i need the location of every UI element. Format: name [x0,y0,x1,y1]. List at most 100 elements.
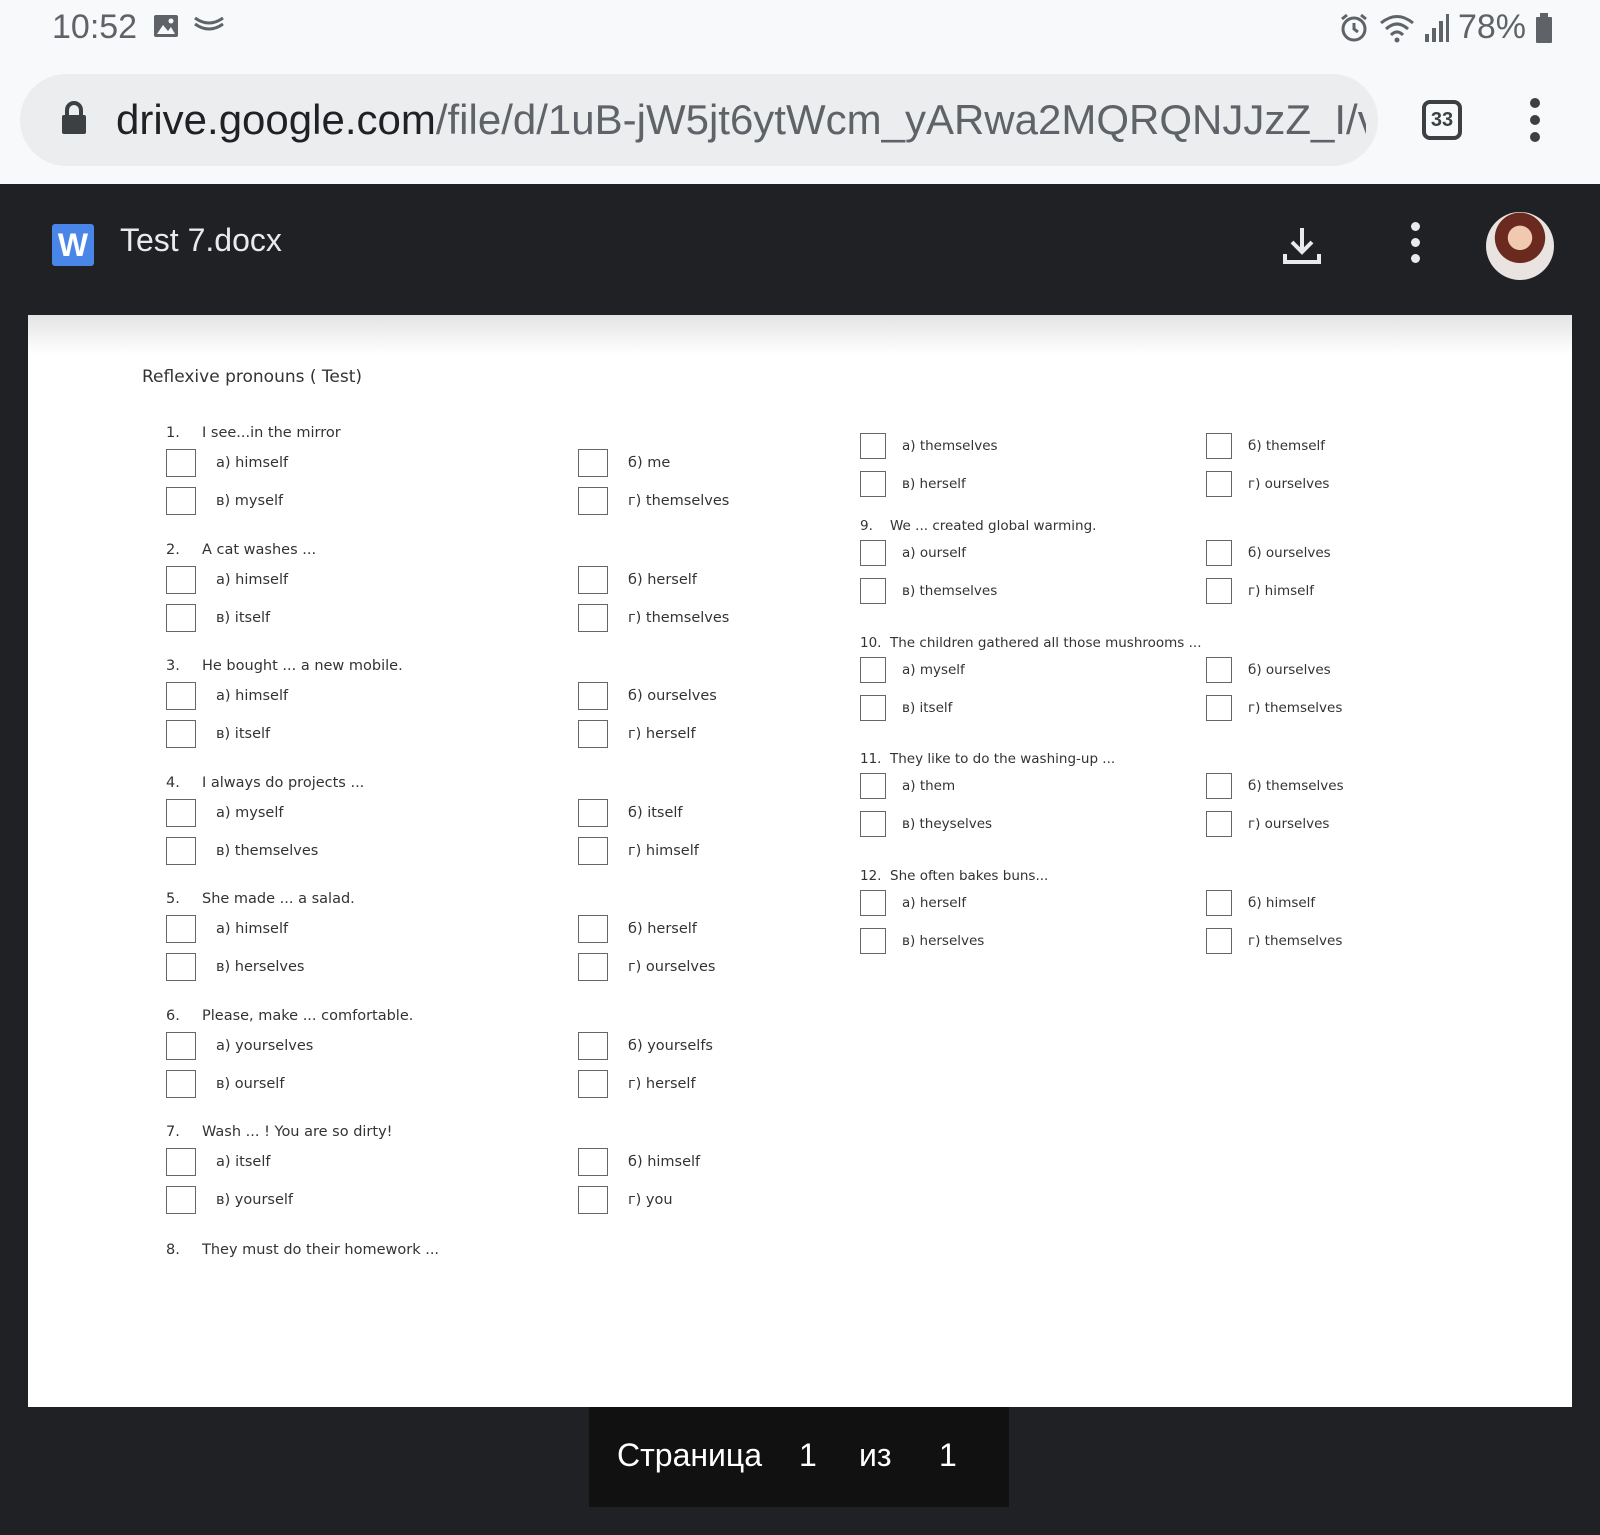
answer-checkbox[interactable] [1206,927,1232,954]
answer-option[interactable]: г) themselves [1206,694,1342,721]
answer-option[interactable]: б) me [578,449,670,477]
answer-option[interactable]: б) himself [578,1148,700,1176]
answer-option[interactable]: а) them [860,773,955,799]
answer-option[interactable]: г) himself [1206,578,1314,604]
answer-option[interactable]: а) themselves [860,433,998,459]
answer-checkbox[interactable] [166,953,196,981]
answer-checkbox[interactable] [1206,433,1232,459]
answer-checkbox[interactable] [578,1031,608,1060]
answer-checkbox[interactable] [1206,471,1232,497]
answer-option[interactable]: в) herself [860,471,966,497]
answer-option[interactable]: а) ourself [860,540,966,566]
answer-checkbox[interactable] [1206,578,1232,604]
answer-checkbox[interactable] [1206,540,1232,566]
answer-option[interactable]: г) herself [578,720,696,748]
answer-checkbox[interactable] [1206,656,1232,683]
answer-option[interactable]: в) theyselves [860,811,992,837]
answer-checkbox[interactable] [1206,811,1232,837]
answer-option[interactable]: г) himself [578,836,699,865]
answer-checkbox[interactable] [578,487,608,515]
answer-checkbox[interactable] [166,682,196,710]
answer-option[interactable]: б) itself [578,798,683,827]
answer-option[interactable]: б) themself [1206,433,1325,459]
answer-checkbox[interactable] [860,540,886,566]
more-options-icon[interactable] [1400,222,1430,268]
answer-checkbox[interactable] [166,836,196,865]
answer-checkbox[interactable] [578,1186,608,1214]
answer-checkbox[interactable] [166,449,196,477]
answer-checkbox[interactable] [860,927,886,954]
answer-checkbox[interactable] [1206,889,1232,916]
answer-checkbox[interactable] [166,487,196,515]
answer-checkbox[interactable] [578,603,608,632]
answer-option[interactable]: г) ourselves [1206,811,1329,837]
answer-option[interactable]: в) itself [166,720,270,748]
answer-option[interactable]: г) herself [578,1069,696,1098]
answer-checkbox[interactable] [860,433,886,459]
answer-option[interactable]: а) himself [166,449,288,477]
answer-option[interactable]: в) herselves [860,927,984,954]
answer-option[interactable]: б) ourselves [1206,656,1331,683]
url-bar[interactable]: drive.google.com/file/d/1uB-jW5jt6ytWcm_… [20,74,1378,166]
answer-option[interactable]: в) ourself [166,1069,284,1098]
answer-option[interactable]: г) themselves [578,487,729,515]
answer-checkbox[interactable] [578,565,608,594]
answer-checkbox[interactable] [166,1031,196,1060]
answer-option[interactable]: г) themselves [1206,927,1342,954]
answer-option[interactable]: в) themselves [860,578,997,604]
answer-option[interactable]: в) itself [166,603,270,632]
answer-option[interactable]: а) herself [860,889,966,916]
answer-checkbox[interactable] [860,889,886,916]
answer-checkbox[interactable] [578,798,608,827]
answer-checkbox[interactable] [578,720,608,748]
answer-option[interactable]: г) themselves [578,603,729,632]
answer-option[interactable]: б) ourselves [1206,540,1331,566]
answer-checkbox[interactable] [578,915,608,943]
answer-option[interactable]: б) herself [578,565,697,594]
answer-option[interactable]: б) herself [578,915,697,943]
answer-checkbox[interactable] [166,1148,196,1176]
answer-checkbox[interactable] [166,915,196,943]
answer-checkbox[interactable] [860,694,886,721]
answer-option[interactable]: б) himself [1206,889,1315,916]
answer-checkbox[interactable] [166,1186,196,1214]
answer-checkbox[interactable] [860,656,886,683]
answer-checkbox[interactable] [166,565,196,594]
answer-option[interactable]: в) herselves [166,953,304,981]
answer-checkbox[interactable] [166,720,196,748]
answer-option[interactable]: в) themselves [166,836,318,865]
answer-checkbox[interactable] [860,471,886,497]
answer-option[interactable]: а) myself [166,798,283,827]
answer-checkbox[interactable] [166,1069,196,1098]
answer-checkbox[interactable] [1206,773,1232,799]
answer-option[interactable]: а) yourselves [166,1031,313,1060]
answer-option[interactable]: а) himself [166,682,288,710]
answer-option[interactable]: в) yourself [166,1186,293,1214]
download-icon[interactable] [1280,224,1324,268]
answer-option[interactable]: г) ourselves [578,953,715,981]
answer-checkbox[interactable] [578,449,608,477]
answer-checkbox[interactable] [1206,694,1232,721]
answer-checkbox[interactable] [578,953,608,981]
answer-option[interactable]: б) yourselfs [578,1031,713,1060]
url-text[interactable]: drive.google.com/file/d/1uB-jW5jt6ytWcm_… [116,94,1366,146]
answer-option[interactable]: г) you [578,1186,673,1214]
answer-option[interactable]: б) ourselves [578,682,717,710]
answer-option[interactable]: а) himself [166,565,288,594]
answer-checkbox[interactable] [166,603,196,632]
answer-option[interactable]: а) himself [166,915,288,943]
answer-checkbox[interactable] [578,682,608,710]
answer-option[interactable]: в) myself [166,487,283,515]
answer-checkbox[interactable] [860,811,886,837]
answer-checkbox[interactable] [578,1069,608,1098]
browser-menu-icon[interactable] [1520,98,1550,144]
avatar[interactable] [1486,212,1554,280]
lock-icon[interactable] [60,100,88,140]
answer-option[interactable]: а) itself [166,1148,270,1176]
answer-option[interactable]: г) ourselves [1206,471,1329,497]
answer-option[interactable]: в) itself [860,694,952,721]
answer-checkbox[interactable] [578,836,608,865]
answer-option[interactable]: а) myself [860,656,965,683]
answer-option[interactable]: б) themselves [1206,773,1344,799]
tab-switcher-button[interactable]: 33 [1422,100,1462,140]
